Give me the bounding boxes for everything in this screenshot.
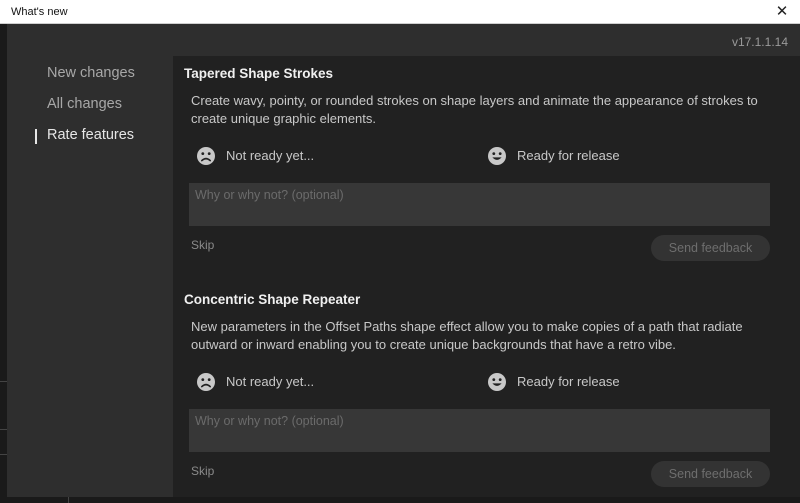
- nav-item-rate-features[interactable]: Rate features: [35, 127, 135, 144]
- nav-item-label: Rate features: [47, 127, 135, 143]
- not-ready-label: Not ready yet...: [226, 148, 315, 163]
- not-ready-label: Not ready yet...: [226, 374, 315, 389]
- panel-edge-mark: [0, 381, 7, 382]
- panel-edge-mark: [0, 454, 7, 455]
- nav-item-all-changes[interactable]: All changes: [47, 96, 122, 112]
- whats-new-dialog: v17.1.1.14 New changes All changes Rate …: [7, 24, 800, 497]
- feature-title: Tapered Shape Strokes: [184, 66, 334, 81]
- happy-face-icon: [488, 147, 506, 165]
- feature-description: Create wavy, pointy, or rounded strokes …: [191, 93, 758, 126]
- rate-features-panel[interactable]: Tapered Shape Strokes Create wavy, point…: [173, 56, 800, 497]
- ready-label: Ready for release: [517, 148, 620, 163]
- background-panel-left: [0, 24, 7, 503]
- title-bar: What's new ✕: [0, 0, 800, 24]
- ready-label: Ready for release: [517, 374, 620, 389]
- feature-description: New parameters in the Offset Paths shape…: [191, 319, 743, 352]
- nav-item-label: All changes: [47, 96, 122, 112]
- panel-edge-mark: [68, 497, 69, 503]
- feature-title: Concentric Shape Repeater: [184, 292, 361, 307]
- nav-item-label: New changes: [47, 65, 135, 81]
- nav-item-new-changes[interactable]: New changes: [47, 65, 135, 81]
- send-feedback-button[interactable]: Send feedback: [651, 461, 770, 487]
- background-panel-bottom: [0, 497, 800, 503]
- send-feedback-button[interactable]: Send feedback: [651, 235, 770, 261]
- feedback-input[interactable]: [189, 183, 770, 226]
- sad-face-icon: [197, 373, 215, 391]
- sad-face-icon: [197, 147, 215, 165]
- skip-link[interactable]: Skip: [191, 238, 214, 252]
- version-label: v17.1.1.14: [731, 35, 788, 49]
- panel-edge-mark: [0, 429, 7, 430]
- skip-link[interactable]: Skip: [191, 464, 214, 478]
- feedback-input[interactable]: [189, 409, 770, 452]
- active-indicator: [35, 129, 37, 144]
- happy-face-icon: [488, 373, 506, 391]
- window-title: What's new: [11, 6, 68, 18]
- close-icon[interactable]: ✕: [774, 2, 790, 22]
